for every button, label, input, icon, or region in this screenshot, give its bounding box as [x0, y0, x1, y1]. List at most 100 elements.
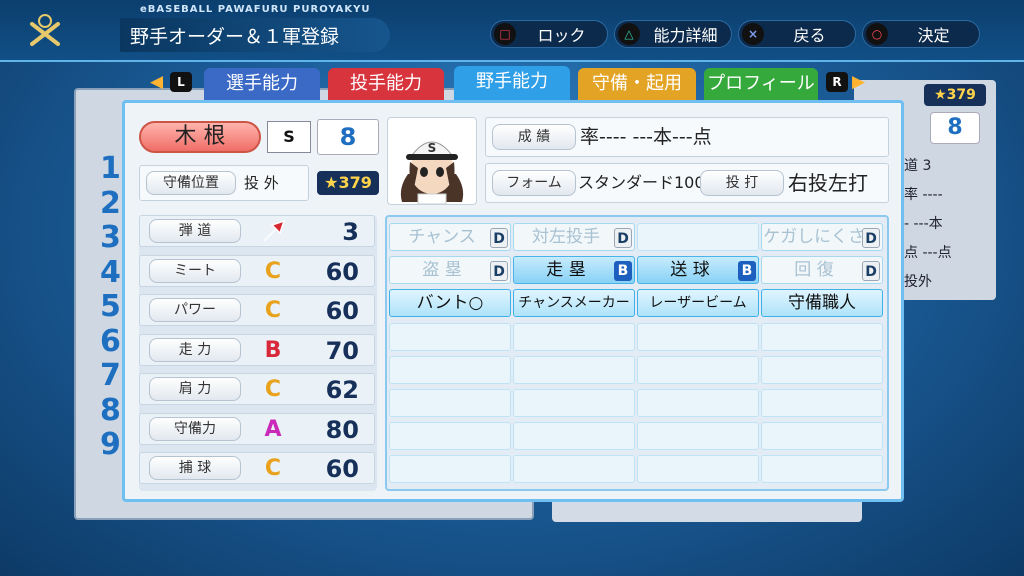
ability-cell[interactable]: 送 球B: [637, 256, 759, 285]
ability-slot-empty: [637, 389, 759, 417]
stat-value: 3: [342, 218, 359, 246]
ability-rank: D: [862, 261, 880, 282]
ability-cell[interactable]: レーザービーム: [637, 289, 759, 318]
side-row: 点 ---点: [904, 245, 952, 261]
ability-slot-empty: [761, 422, 883, 451]
uniform-number: 8: [317, 119, 379, 155]
ability-label: バント○: [416, 293, 484, 314]
side-number: 8: [930, 112, 980, 144]
ability-slot-empty: [513, 322, 635, 351]
position-label: 守備位置: [146, 171, 236, 195]
stat-grade: C: [264, 377, 282, 402]
l-button-icon[interactable]: L: [170, 72, 192, 92]
ability-label: ケガしにくさ: [763, 227, 865, 247]
tab-pitcher-ability[interactable]: 投手能力: [328, 68, 444, 100]
tab-left-arrow-icon[interactable]: ◀: [150, 72, 163, 92]
tab-fielder-ability[interactable]: 野手能力: [454, 66, 570, 100]
ability-slot-empty: [513, 455, 635, 484]
ability-label: 守備職人: [788, 293, 856, 314]
stat-grade: C: [264, 298, 282, 323]
ability-cell[interactable]: 対左投手 D: [513, 223, 635, 251]
ability-slot-empty: [761, 322, 883, 351]
form-label: フォーム: [492, 170, 576, 196]
ability-cell[interactable]: チャンスメーカー: [513, 289, 635, 318]
trajectory-arrow-icon: [258, 216, 288, 255]
star-rating: 379: [338, 173, 372, 192]
ability-label: 盗 塁: [422, 260, 462, 281]
order-number: 2: [100, 185, 121, 221]
ability-cell[interactable]: 盗 塁D: [389, 256, 511, 285]
stat-row: パワー C 60: [139, 294, 375, 326]
side-stars: 379: [946, 87, 976, 103]
stat-value: 60: [325, 297, 359, 325]
stat-label: 弾 道: [149, 219, 241, 243]
ability-cell[interactable]: チャンス D: [389, 223, 511, 251]
stat-label: ミート: [149, 258, 241, 283]
side-row: 道 3: [904, 158, 932, 174]
stat-label: 守備力: [149, 416, 241, 441]
stat-row: 守備力 A 80: [139, 412, 375, 445]
stat-grade: B: [264, 337, 282, 363]
side-row: - ---本: [904, 216, 943, 232]
triangle-button-icon: △: [618, 23, 640, 45]
ability-detail-button[interactable]: △ 能力詳細: [614, 20, 732, 48]
stat-value: 70: [325, 336, 359, 365]
record-label: 成 績: [492, 124, 576, 150]
stat-list: 弾 道 3 ミート C 60 パワー C 60 走 力 B 70 肩 力 C 62 守備力 A 80 捕 球 C 60: [139, 215, 377, 491]
crossed-bats-icon: [30, 14, 60, 46]
ability-label: 送 球: [670, 260, 710, 281]
ability-detail-label: 能力詳細: [653, 26, 718, 45]
stat-label: 捕 球: [149, 456, 241, 480]
ability-cell[interactable]: バント○: [389, 289, 511, 318]
player-card: 木 根 S 8 守備位置 投 外 ★379 S 成 績 率---- ---本--…: [122, 100, 904, 502]
avatar: S: [387, 117, 477, 205]
order-numbers: 123456789: [100, 151, 122, 463]
ability-rank: D: [490, 261, 508, 282]
ability-slot-empty: [761, 389, 883, 417]
ability-slot-empty: [389, 355, 511, 384]
back-button[interactable]: × 戻る: [738, 20, 856, 48]
throw-bat-value: 右投左打: [788, 171, 868, 195]
record-box: 成 績 率---- ---本---点: [485, 117, 889, 157]
batting-side: S: [267, 121, 311, 153]
ability-rank: D: [490, 228, 508, 248]
tab-defense-usage[interactable]: 守備・起用: [578, 68, 696, 100]
ability-cell[interactable]: 回 復D: [761, 256, 883, 285]
order-number: 9: [100, 427, 121, 462]
confirm-button[interactable]: ○ 決定: [862, 20, 980, 48]
stat-value: 62: [325, 376, 359, 404]
stat-grade: C: [264, 258, 282, 284]
ability-slot-empty: [513, 422, 635, 451]
lock-button[interactable]: □ ロック: [490, 20, 608, 48]
side-star-badge: ★379: [924, 84, 986, 106]
ability-cell[interactable]: ケガしにくさ D: [761, 223, 883, 251]
ability-cell[interactable]: 走 塁B: [513, 256, 635, 285]
circle-button-icon: ○: [866, 23, 888, 45]
form-value: スタンダード100: [578, 173, 705, 192]
lock-label: ロック: [537, 26, 586, 45]
r-button-icon[interactable]: R: [826, 72, 848, 92]
ability-cell[interactable]: 守備職人: [761, 289, 883, 318]
ability-cell[interactable]: [637, 223, 759, 251]
ability-label: 回 復: [794, 260, 834, 281]
tab-profile[interactable]: プロフィール: [704, 68, 818, 100]
side-row: 投外: [904, 274, 932, 290]
order-number: 3: [100, 220, 121, 255]
order-number: 6: [100, 323, 121, 359]
stat-row: 走 力 B 70: [139, 333, 375, 366]
order-number: 8: [100, 392, 121, 428]
ability-label: 対左投手: [532, 227, 600, 247]
stat-row: 肩 力 C 62: [139, 373, 375, 405]
ability-slot-empty: [637, 322, 759, 351]
stat-row: 捕 球 C 60: [139, 452, 375, 484]
stat-label: 走 力: [149, 337, 241, 362]
record-value: 率---- ---本---点: [580, 126, 712, 148]
ability-label: チャンスメーカー: [518, 295, 630, 312]
tab-player-ability[interactable]: 選手能力: [204, 68, 320, 100]
ability-slot-empty: [761, 355, 883, 384]
ability-rank: B: [614, 261, 632, 282]
tab-right-arrow-icon[interactable]: ▶: [852, 72, 865, 92]
ability-slot-empty: [637, 355, 759, 384]
top-bar: eBASEBALL PAWAFURU PUROYAKYU 野手オーダー＆１軍登録…: [0, 0, 1024, 62]
ability-label: 走 塁: [546, 260, 586, 281]
